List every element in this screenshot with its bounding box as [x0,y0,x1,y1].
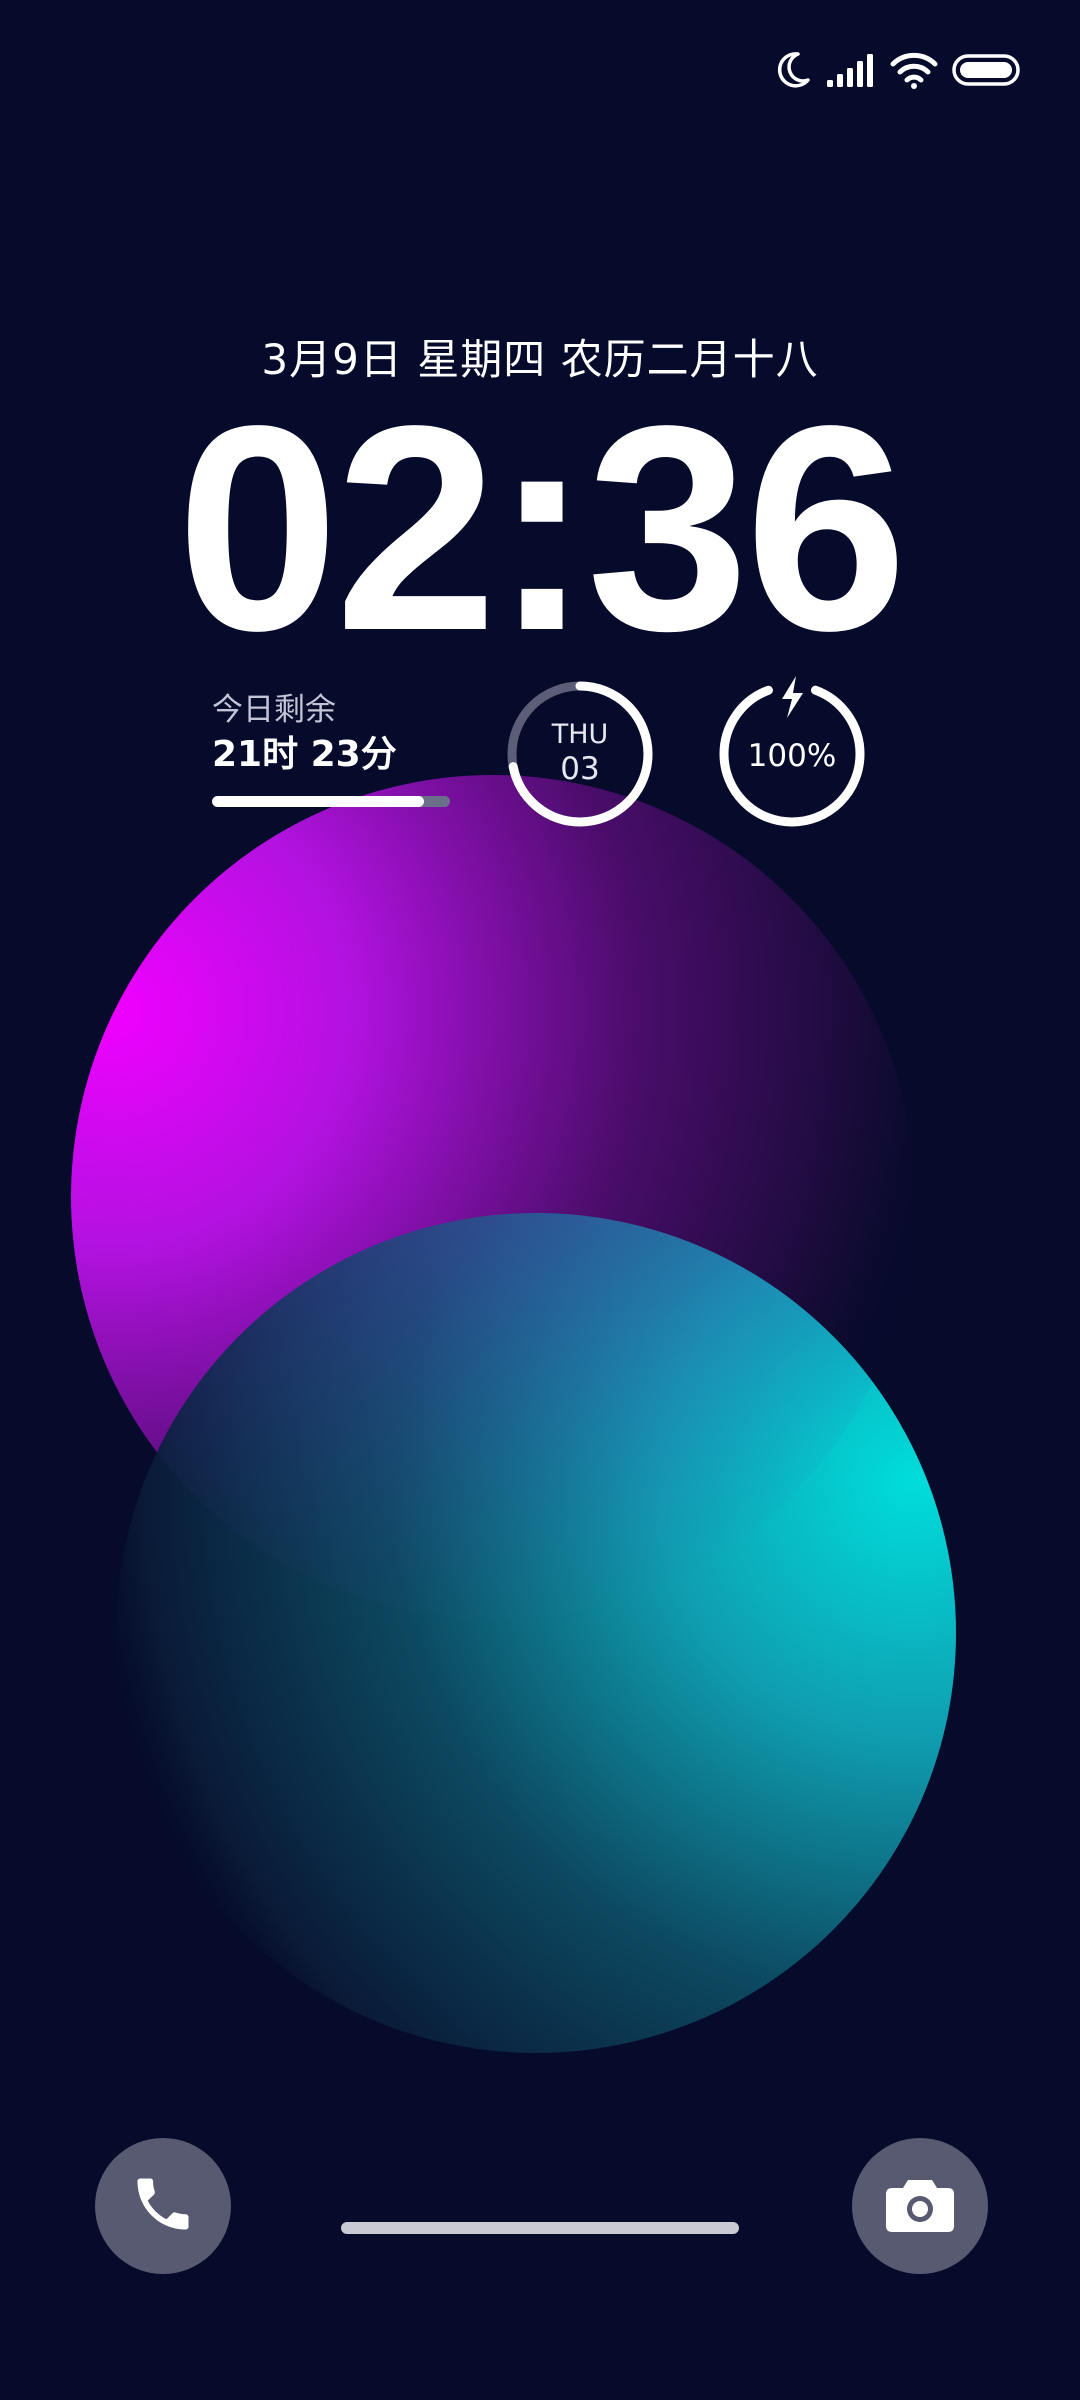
camera-shortcut-button[interactable] [852,2138,988,2274]
remaining-day-widget: 今日剩余 21时 23分 [212,690,452,807]
remaining-day-progress-fill [212,796,424,807]
battery-icon [952,53,1022,87]
status-bar [776,48,1022,92]
signal-icon [826,52,876,88]
remaining-day-progress-bar [212,796,450,807]
battery-percent: 100% [747,738,837,774]
remaining-day-value: 21时 23分 [212,734,397,775]
day-name: THU [551,719,609,750]
charging-bolt-icon [782,676,803,718]
phone-icon [129,2170,197,2242]
wifi-icon [890,51,938,89]
day-number: 03 [560,751,600,787]
home-indicator[interactable] [341,2222,739,2234]
day-ring-widget: THU 03 [502,676,658,832]
clock: 02:36 [176,365,908,691]
phone-shortcut-button[interactable] [95,2138,231,2274]
remaining-day-label: 今日剩余 [212,692,336,728]
battery-ring-widget: 100% [714,676,870,832]
camera-icon [884,2174,956,2238]
moon-icon [776,50,812,90]
